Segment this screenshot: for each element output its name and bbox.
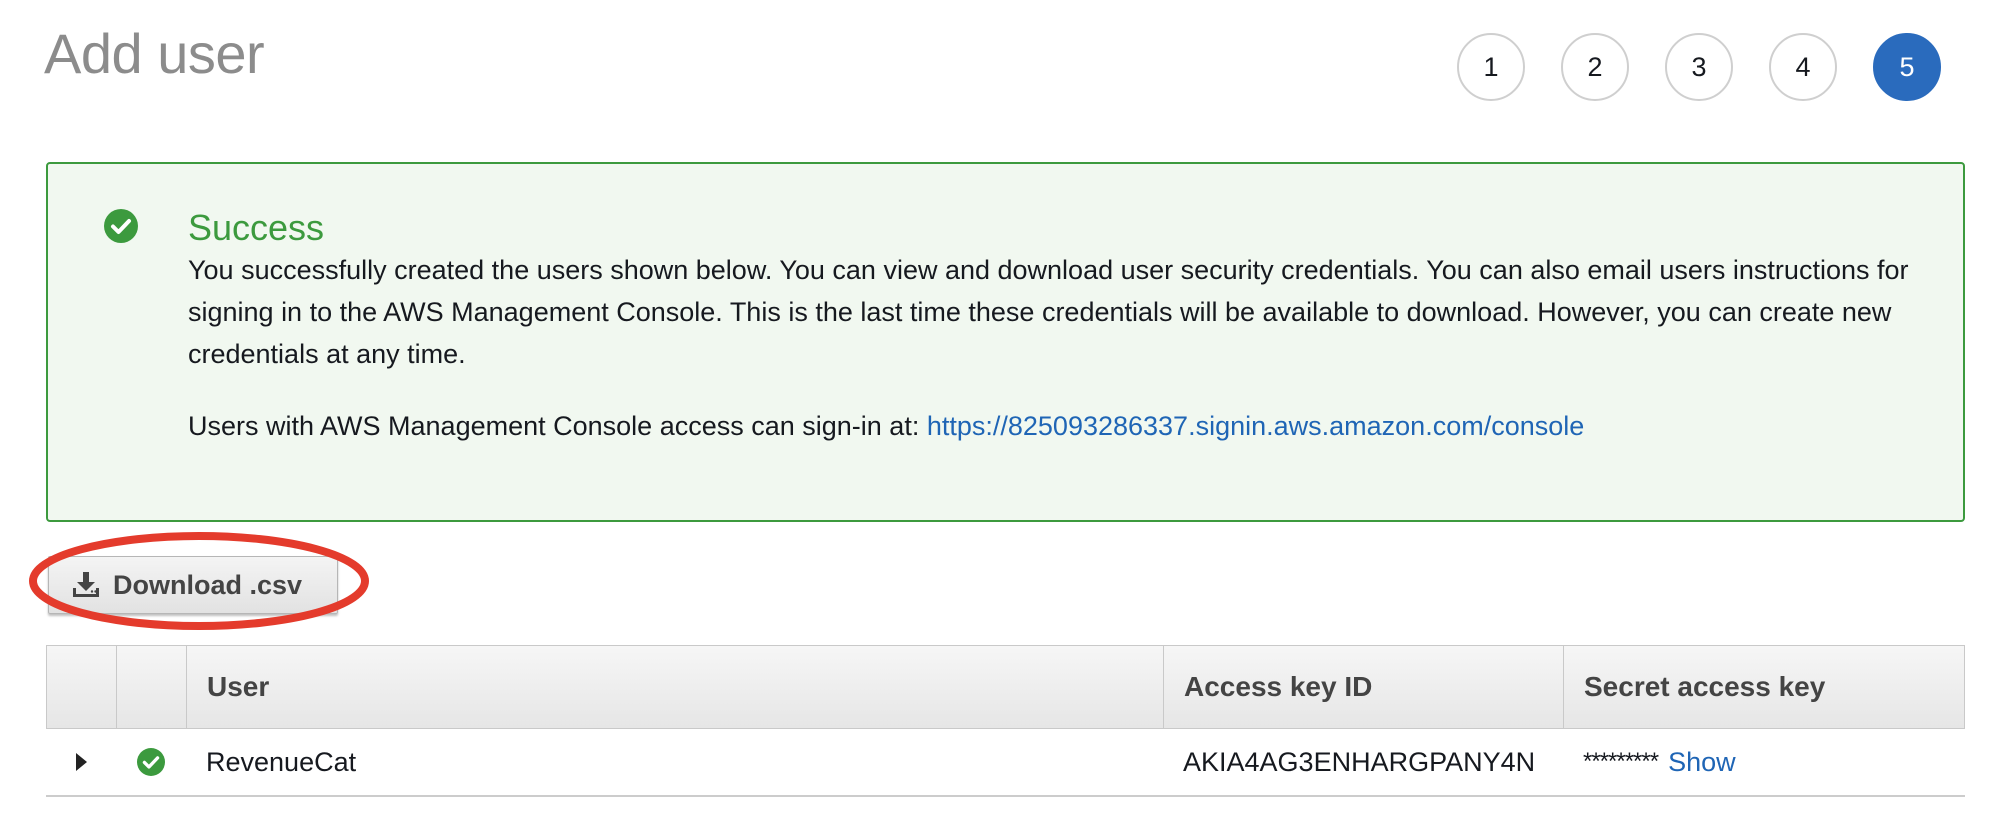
user-name-cell: RevenueCat xyxy=(206,746,357,777)
row-status xyxy=(116,729,186,795)
download-icon xyxy=(73,572,99,597)
wizard-steps: 1 2 3 4 5 xyxy=(1457,33,1941,101)
signin-prefix: Users with AWS Management Console access… xyxy=(188,411,920,441)
expand-row-toggle[interactable] xyxy=(46,729,116,795)
access-key-id-cell: AKIA4AG3ENHARGPANY4N xyxy=(1183,746,1536,777)
download-csv-label: Download .csv xyxy=(113,569,303,600)
table-header: User Access key ID Secret access key xyxy=(46,645,1965,729)
check-circle-icon xyxy=(104,209,138,243)
column-header-user[interactable]: User xyxy=(187,646,1164,728)
success-alert: Success You successfully created the use… xyxy=(46,162,1965,522)
page-title: Add user xyxy=(44,22,265,85)
column-header-access-key-id[interactable]: Access key ID xyxy=(1164,646,1564,728)
column-header-expand xyxy=(47,646,117,728)
secret-access-key-cell: ********* Show xyxy=(1563,729,1965,795)
column-header-secret-access-key[interactable]: Secret access key xyxy=(1564,646,1964,728)
step-5-current: 5 xyxy=(1873,33,1941,101)
step-2[interactable]: 2 xyxy=(1561,33,1629,101)
alert-title: Success xyxy=(188,207,325,248)
credentials-table: User Access key ID Secret access key Rev… xyxy=(46,645,1965,797)
caret-right-icon xyxy=(75,753,87,771)
step-1[interactable]: 1 xyxy=(1457,33,1525,101)
alert-message: You successfully created the users shown… xyxy=(188,255,1909,369)
signin-line: Users with AWS Management Console access… xyxy=(188,405,1584,447)
column-header-status xyxy=(117,646,187,728)
check-circle-icon xyxy=(137,748,165,776)
masked-secret: ********* xyxy=(1583,748,1659,775)
console-signin-link[interactable]: https://825093286337.signin.aws.amazon.c… xyxy=(927,411,1584,441)
show-secret-link[interactable]: Show xyxy=(1668,747,1736,778)
step-4[interactable]: 4 xyxy=(1769,33,1837,101)
step-3[interactable]: 3 xyxy=(1665,33,1733,101)
table-row: RevenueCat AKIA4AG3ENHARGPANY4N ********… xyxy=(46,729,1965,797)
download-csv-button[interactable]: Download .csv xyxy=(48,556,338,614)
